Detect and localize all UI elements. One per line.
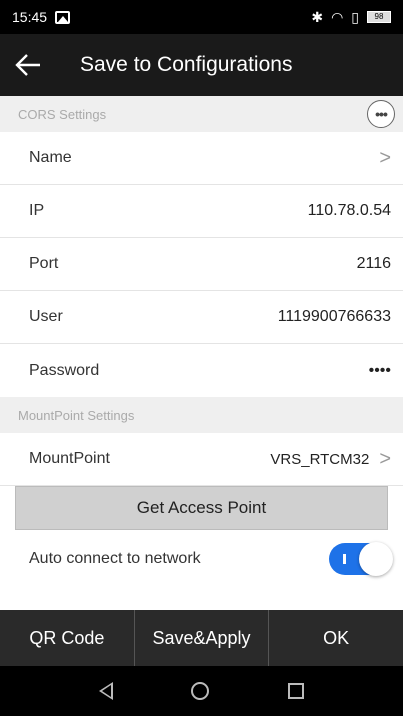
back-arrow-icon[interactable] <box>0 34 56 96</box>
mountpoint-settings-header: MountPoint Settings <box>0 397 403 433</box>
page-title: Save to Configurations <box>80 53 293 76</box>
status-icons: ✱ ◠ ▯ 98 <box>311 9 391 26</box>
auto-connect-toggle[interactable] <box>329 541 393 576</box>
nav-recents-icon[interactable] <box>287 683 304 699</box>
port-row[interactable]: Port 2116 <box>0 238 403 291</box>
qr-code-button[interactable]: QR Code <box>0 610 135 666</box>
name-row[interactable]: Name > <box>0 132 403 185</box>
app-bar: Save to Configurations <box>0 34 403 96</box>
more-options-icon[interactable]: ••• <box>367 100 395 128</box>
mountpoint-settings-title: MountPoint Settings <box>18 407 135 423</box>
bottom-action-bar: QR Code Save&Apply OK <box>0 610 403 666</box>
nav-home-icon[interactable] <box>191 682 210 700</box>
password-row[interactable]: Password •••• <box>0 344 403 397</box>
ip-value[interactable]: 110.78.0.54 <box>308 202 391 220</box>
name-label: Name <box>29 149 72 166</box>
save-apply-button[interactable]: Save&Apply <box>135 610 270 666</box>
arrow-left-icon <box>15 54 40 76</box>
user-label: User <box>29 308 63 325</box>
mountpoint-value: VRS_RTCM32 <box>270 450 370 468</box>
ip-label: IP <box>29 202 45 219</box>
status-bar: 15:45 ✱ ◠ ▯ 98 <box>0 0 403 34</box>
wifi-icon: ◠ <box>331 8 344 25</box>
bluetooth-icon: ✱ <box>311 8 324 25</box>
user-value[interactable]: 1119900766633 <box>278 308 391 326</box>
password-value[interactable]: •••• <box>369 362 391 380</box>
get-access-point-button[interactable]: Get Access Point <box>15 486 388 530</box>
user-row[interactable]: User 1119900766633 <box>0 291 403 344</box>
nav-back-icon[interactable] <box>99 682 114 700</box>
mountpoint-label: MountPoint <box>29 450 110 467</box>
chevron-right-icon: > <box>379 448 391 470</box>
port-value[interactable]: 2116 <box>357 255 391 273</box>
toggle-knob <box>359 541 393 576</box>
ok-button[interactable]: OK <box>269 610 403 666</box>
system-nav-bar <box>0 666 403 716</box>
password-label: Password <box>29 361 100 379</box>
cors-settings-title: CORS Settings <box>18 106 107 122</box>
settings-content: CORS Settings ••• Name > IP 110.78.0.54 … <box>0 96 403 610</box>
auto-connect-label: Auto connect to network <box>29 549 201 567</box>
image-notification-icon <box>55 10 71 24</box>
battery-icon: 98 <box>367 11 391 23</box>
port-label: Port <box>29 255 59 272</box>
mountpoint-row[interactable]: MountPoint VRS_RTCM32 > <box>0 433 403 486</box>
sim-icon: ▯ <box>351 8 359 25</box>
ip-row[interactable]: IP 110.78.0.54 <box>0 185 403 238</box>
cors-settings-header: CORS Settings ••• <box>0 96 403 132</box>
auto-connect-row: Auto connect to network <box>0 530 403 587</box>
status-time: 15:45 <box>12 9 48 25</box>
toggle-on-indicator <box>343 553 346 564</box>
chevron-right-icon: > <box>379 147 391 169</box>
